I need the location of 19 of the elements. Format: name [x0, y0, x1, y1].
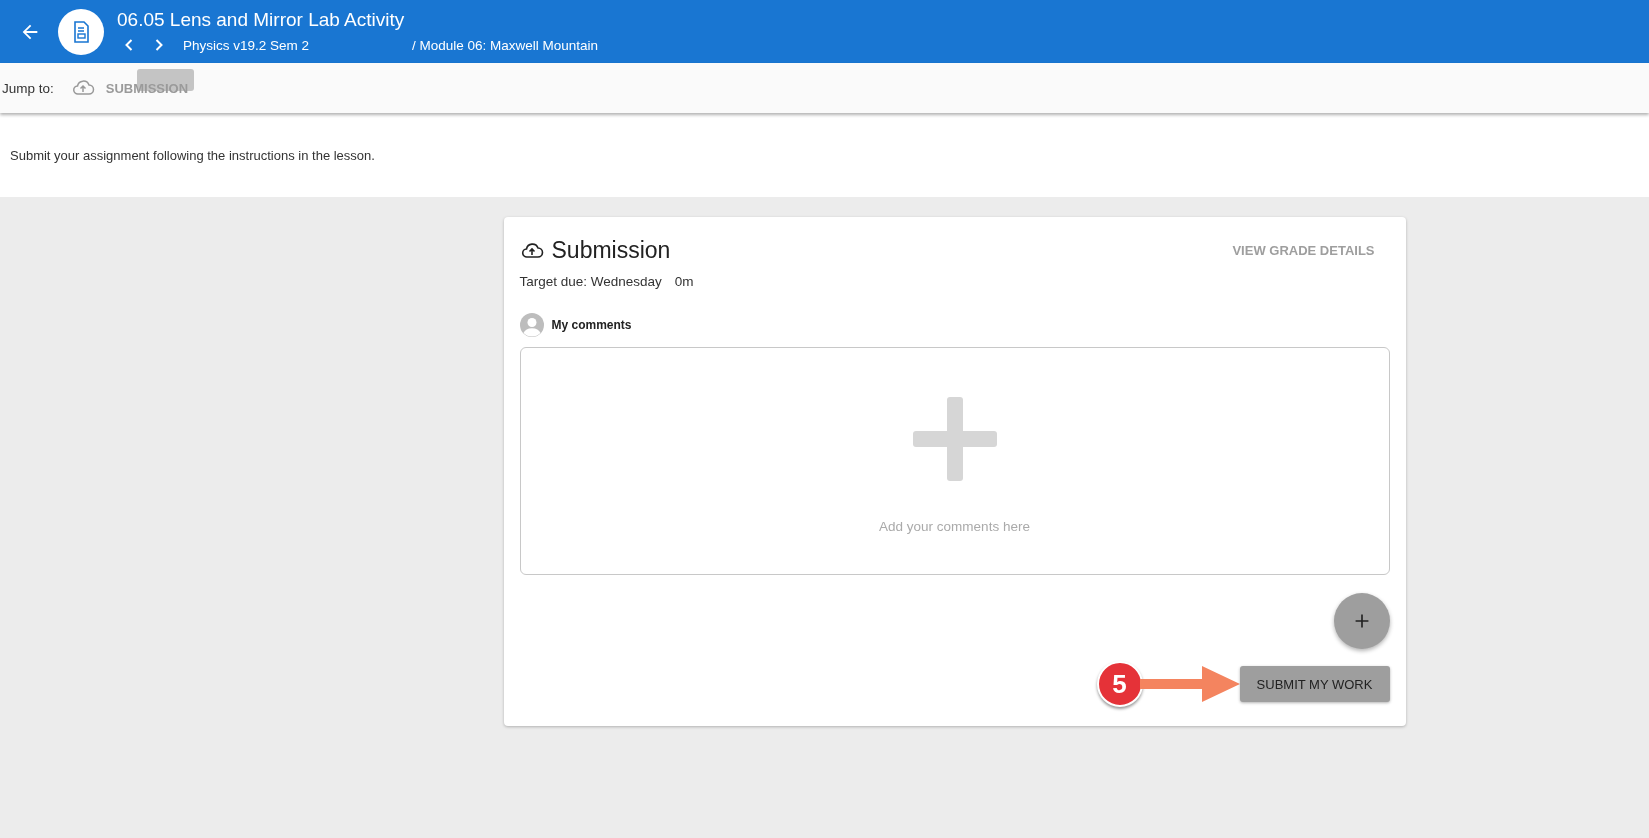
module-name[interactable]: / Module 06: Maxwell Mountain — [412, 37, 599, 53]
comments-label: My comments — [551, 318, 632, 332]
plus-icon — [912, 397, 997, 481]
submission-link[interactable]: SUBMISSION — [105, 81, 189, 96]
card-title: Submission — [551, 237, 671, 264]
view-grade-details-link[interactable]: VIEW GRADE DETAILS — [1232, 243, 1375, 258]
avatar-icon — [519, 313, 544, 337]
page-title: 06.05 Lens and Mirror Lab Activity — [117, 8, 406, 32]
due-time: 0m — [674, 274, 694, 289]
due-text: Target due: Wednesday — [519, 274, 662, 289]
instructions-text: Submit your assignment following the instructions in the lesson. — [10, 147, 375, 163]
add-button[interactable] — [1333, 593, 1390, 649]
submit-button[interactable]: SUBMIT MY WORK — [1239, 666, 1390, 702]
comments-field[interactable]: Add your comments here — [519, 347, 1390, 575]
step-badge: 5 — [1096, 661, 1143, 707]
course-name[interactable]: Physics v19.2 Sem 2 — [183, 37, 404, 53]
jump-label: Jump to: — [2, 80, 54, 96]
arrow-icon — [1139, 664, 1240, 704]
document-icon — [58, 8, 104, 55]
